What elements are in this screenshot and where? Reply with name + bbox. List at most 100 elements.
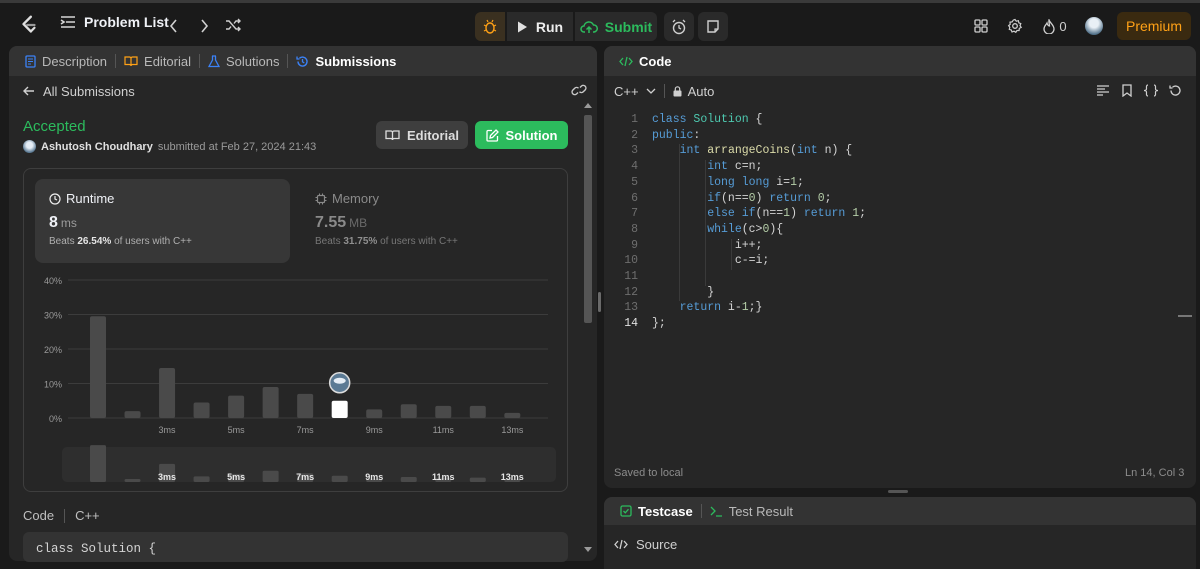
runtime-card[interactable]: Runtime 8 ms Beats 26.54% of users with C… (35, 179, 290, 263)
run-label: Run (535, 18, 564, 35)
book-icon (385, 130, 400, 141)
code-line: public: (652, 128, 701, 142)
bar (159, 367, 176, 418)
braces-icon[interactable] (1143, 84, 1159, 97)
bookmark-icon[interactable] (1122, 84, 1132, 97)
toolbar-separator (663, 84, 665, 98)
leetcode-logo[interactable] (18, 14, 40, 36)
flask-icon (208, 54, 220, 67)
line-number: 8 (631, 222, 638, 236)
indent-guide (679, 144, 680, 302)
timer-button[interactable] (664, 12, 694, 41)
chevron-left-icon (169, 19, 177, 33)
tab-solutions[interactable]: Solutions (202, 54, 285, 69)
problem-list-button[interactable]: Problem List (60, 14, 169, 30)
list-icon (60, 16, 75, 28)
line-number: 12 (624, 285, 638, 299)
user-avatar[interactable] (1085, 17, 1103, 35)
tab-separator (287, 54, 289, 68)
submit-button[interactable]: Submit (575, 12, 657, 41)
bar (504, 412, 521, 418)
user-marker-highlight (333, 377, 346, 384)
code-line: } (652, 285, 715, 299)
line-number: 13 (624, 301, 638, 315)
memory-beats: Beats 31.75% of users with C++ (315, 236, 542, 247)
premium-button[interactable]: Premium (1117, 12, 1191, 40)
run-button[interactable]: Run (507, 12, 573, 41)
history-icon (296, 55, 309, 67)
language-select[interactable]: C++ (614, 84, 656, 99)
slider-tick-label: 5ms (227, 472, 245, 482)
chip-icon (315, 193, 327, 204)
code-tab[interactable]: Code (613, 54, 678, 69)
reset-icon[interactable] (1169, 84, 1182, 97)
tab-test-result[interactable]: Test Result (704, 504, 799, 519)
runtime-beats-suffix: of users with C++ (114, 236, 192, 247)
code-section-header: Code C++ (23, 508, 100, 523)
play-icon (517, 21, 527, 32)
source-toggle[interactable]: Source (614, 537, 677, 552)
auto-mode[interactable]: Auto (673, 84, 714, 99)
vertical-resize-handle[interactable] (598, 292, 601, 312)
tab-submissions[interactable]: Submissions (290, 54, 402, 69)
line-number: 5 (631, 175, 638, 189)
back-button[interactable]: All Submissions (23, 84, 135, 99)
editorial-button[interactable]: Editorial (376, 121, 468, 149)
tab-description[interactable]: Description (19, 54, 113, 69)
debug-button[interactable] (475, 12, 505, 41)
test-panel-tabs: Testcase Test Result (604, 497, 1196, 525)
random-problem-button[interactable] (224, 16, 242, 34)
code-line: }; (652, 317, 666, 331)
next-problem-button[interactable] (196, 17, 212, 35)
left-panel-scrollbar[interactable] (583, 103, 593, 561)
cloud-upload-icon (580, 20, 598, 33)
left-panel-tabs: Description Editorial Solutions Submissi… (9, 46, 597, 76)
x-tick-label: 13ms (501, 425, 524, 435)
runtime-beats-prefix: Beats (49, 236, 75, 247)
submitter-info: Ashutosh Choudhary submitted at Feb 27, … (23, 140, 316, 153)
prev-problem-button[interactable] (166, 17, 182, 35)
runtime-distribution-chart: 40% 30% 20% 10% 0% 3ms 3ms 5ms 5ms 7ms 7ms 9ms 9ms 11… (44, 276, 556, 482)
bar (124, 411, 141, 418)
solution-button-label: Solution (505, 127, 558, 143)
mini-bar (331, 475, 348, 482)
submit-label: Submit (604, 18, 653, 35)
arrow-left-icon (23, 86, 34, 96)
layout-button[interactable] (972, 17, 990, 35)
mini-bar (262, 470, 279, 482)
code-line: int arrangeCoins(int n) { (679, 144, 853, 158)
tab-testcase[interactable]: Testcase (614, 504, 699, 519)
tab-editorial[interactable]: Editorial (118, 54, 197, 69)
tab-separator (700, 504, 702, 518)
tab-solutions-label: Solutions (226, 53, 280, 69)
memory-card[interactable]: Memory 7.55 MB Beats 31.75% of users with… (301, 179, 556, 263)
note-icon (707, 19, 719, 33)
bar (435, 405, 452, 418)
line-number: 1 (631, 113, 638, 126)
run-submit-group: Run Submit (475, 12, 728, 41)
code-line: else if(n==1) return 1; (707, 207, 867, 221)
streak-counter[interactable]: 0 (1040, 16, 1070, 36)
bar (90, 316, 106, 418)
scroll-up-arrow[interactable] (584, 103, 592, 108)
link-icon[interactable] (571, 83, 587, 97)
checkbox-icon (620, 505, 632, 517)
horizontal-resize-handle[interactable] (888, 490, 908, 493)
submitter-name[interactable]: Ashutosh Choudhary (41, 141, 153, 153)
format-icon[interactable] (1097, 85, 1109, 96)
highlighted-bar (331, 400, 348, 418)
bar (469, 405, 486, 418)
notes-button[interactable] (698, 12, 728, 41)
mini-bar (124, 479, 141, 482)
scroll-thumb[interactable] (584, 115, 592, 323)
scroll-down-arrow[interactable] (584, 547, 592, 552)
settings-button[interactable] (1006, 17, 1024, 35)
lock-icon (673, 85, 682, 96)
book-icon (124, 56, 138, 67)
mini-bar (193, 476, 210, 482)
streak-count: 0 (1059, 18, 1067, 34)
code-panel-header: Code (604, 46, 1196, 76)
solution-button[interactable]: Solution (475, 121, 568, 149)
code-editor[interactable]: 1 class Solution {2 public: 3 int arrangeCo… (604, 111, 1196, 471)
x-tick-label: 11ms (433, 425, 455, 435)
